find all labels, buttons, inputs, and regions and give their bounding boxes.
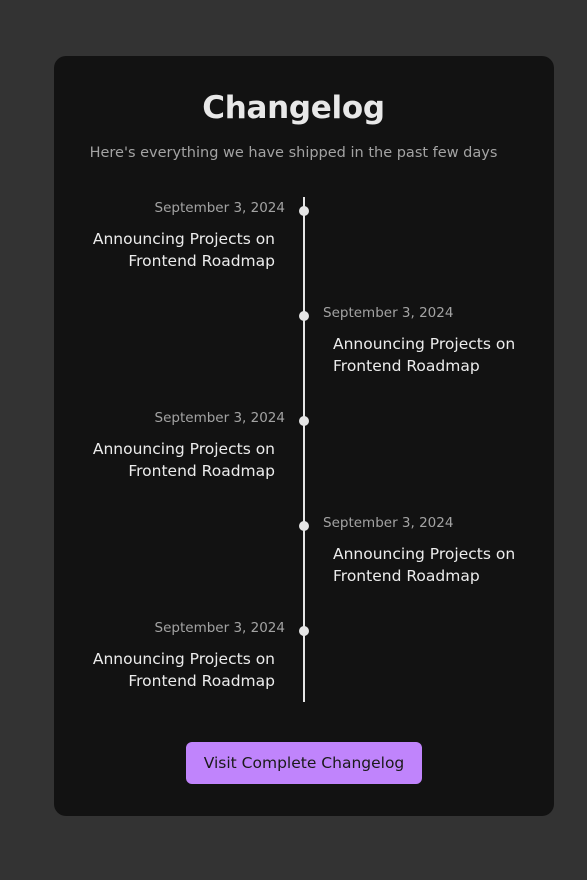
visit-changelog-button[interactable]: Visit Complete Changelog xyxy=(186,742,422,784)
entry-date: September 3, 2024 xyxy=(323,515,454,531)
timeline-dot xyxy=(299,626,309,636)
timeline-dot xyxy=(299,311,309,321)
entry-title-link[interactable]: Announcing Projects on Frontend Roadmap xyxy=(333,543,523,587)
entry-title-link[interactable]: Announcing Projects on Frontend Roadmap xyxy=(85,228,275,272)
timeline-dot xyxy=(299,416,309,426)
entry-date: September 3, 2024 xyxy=(154,620,285,636)
entry-title-link[interactable]: Announcing Projects on Frontend Roadmap xyxy=(333,333,523,377)
entry-title-link[interactable]: Announcing Projects on Frontend Roadmap xyxy=(85,648,275,692)
page-title: Changelog xyxy=(202,90,385,126)
entry-date: September 3, 2024 xyxy=(154,410,285,426)
page-subtitle: Here's everything we have shipped in the… xyxy=(89,145,498,161)
timeline-dot xyxy=(299,206,309,216)
timeline-dot xyxy=(299,521,309,531)
entry-date: September 3, 2024 xyxy=(154,200,285,216)
entry-date: September 3, 2024 xyxy=(323,305,454,321)
entry-title-link[interactable]: Announcing Projects on Frontend Roadmap xyxy=(85,438,275,482)
